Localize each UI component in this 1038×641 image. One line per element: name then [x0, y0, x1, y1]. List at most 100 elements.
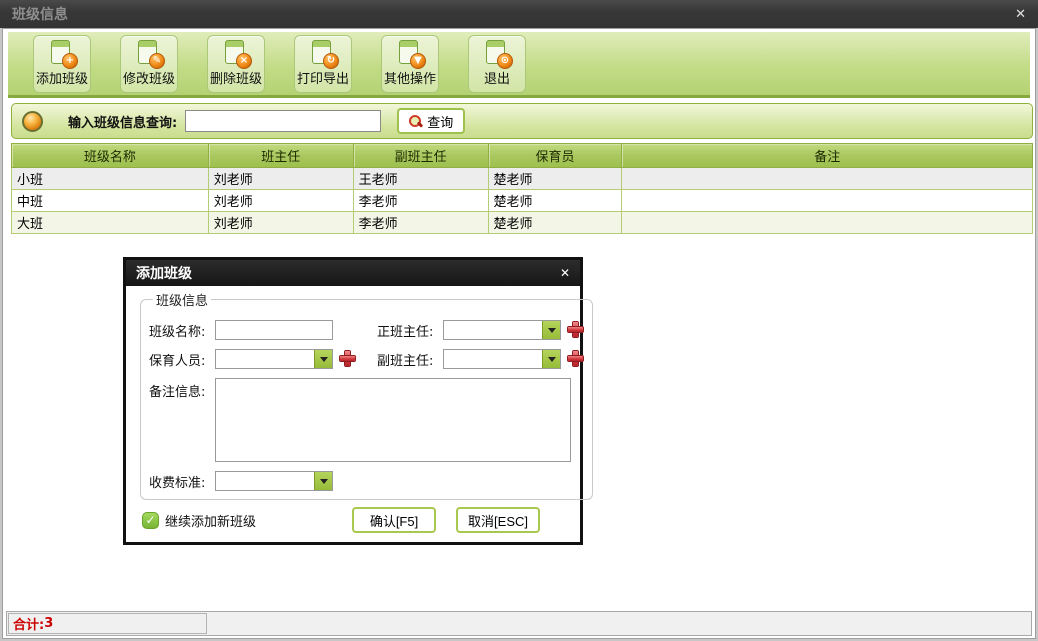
column-header-deputy-head[interactable]: 副班主任: [353, 144, 488, 168]
cell-deputy-head: 李老师: [353, 212, 488, 234]
chevron-down-icon[interactable]: [314, 472, 332, 490]
dialog-title: 添加班级: [136, 263, 192, 283]
remarks-label: 备注信息:: [149, 381, 215, 400]
query-button-label: 查询: [427, 112, 453, 131]
plus-badge-icon: +: [62, 53, 78, 69]
class-table: 班级名称 班主任 副班主任 保育员 备注 小班 刘老师 王老师 楚老师 中班: [11, 143, 1033, 234]
chevron-down-icon[interactable]: [314, 350, 332, 368]
power-badge-icon: ⊙: [497, 53, 513, 69]
toolbar-button-label: 删除班级: [210, 68, 262, 87]
form-row: 收费标准:: [149, 471, 584, 491]
group-title: 班级信息: [153, 290, 211, 309]
total-panel: 合计: 3: [8, 613, 207, 634]
fee-standard-label: 收费标准:: [149, 472, 215, 491]
cross-badge-icon: ×: [236, 53, 252, 69]
dialog-close-icon[interactable]: ✕: [560, 266, 570, 280]
other-actions-icon: ▼: [398, 40, 422, 66]
add-head-teacher-button[interactable]: [568, 322, 584, 338]
cell-remarks: [622, 190, 1033, 212]
column-header-remarks[interactable]: 备注: [622, 144, 1033, 168]
table-row[interactable]: 小班 刘老师 王老师 楚老师: [12, 168, 1033, 190]
deputy-head-select[interactable]: [443, 349, 561, 369]
continue-add-checkbox[interactable]: ✓: [142, 512, 159, 529]
app-window: 班级信息 ✕ + 添加班级 ✎ 修改班级 ×: [0, 0, 1038, 641]
magnifier-icon: [409, 115, 422, 128]
exit-icon: ⊙: [485, 40, 509, 66]
down-arrow-badge-icon: ▼: [410, 53, 426, 69]
delete-class-button[interactable]: × 删除班级: [207, 35, 265, 93]
window-titlebar: 班级信息 ✕: [0, 0, 1038, 28]
caregiver-select[interactable]: [215, 349, 333, 369]
print-export-icon: ↻: [311, 40, 335, 66]
chevron-down-icon[interactable]: [542, 350, 560, 368]
form-row: 备注信息:: [149, 378, 584, 462]
confirm-button[interactable]: 确认[F5]: [352, 507, 436, 533]
class-name-label: 班级名称:: [149, 321, 215, 340]
caregiver-label: 保育人员:: [149, 350, 215, 369]
fee-standard-select[interactable]: [215, 471, 333, 491]
search-input[interactable]: [185, 110, 381, 132]
cancel-button[interactable]: 取消[ESC]: [456, 507, 540, 533]
toolbar-button-label: 打印导出: [297, 68, 349, 87]
cell-head-teacher: 刘老师: [208, 168, 353, 190]
edit-class-button[interactable]: ✎ 修改班级: [120, 35, 178, 93]
cell-remarks: [622, 168, 1033, 190]
table-row[interactable]: 大班 刘老师 李老师 楚老师: [12, 212, 1033, 234]
cell-head-teacher: 刘老师: [208, 190, 353, 212]
cell-remarks: [622, 212, 1033, 234]
form-row: 保育人员: 副班主任:: [149, 349, 584, 369]
exit-button[interactable]: ⊙ 退出: [468, 35, 526, 93]
total-label: 合计:: [13, 614, 44, 633]
head-teacher-select[interactable]: [443, 320, 561, 340]
remarks-textarea[interactable]: [215, 378, 571, 462]
check-icon: ✓: [145, 513, 155, 527]
dialog-footer: ✓ 继续添加新班级 确认[F5] 取消[ESC]: [142, 507, 564, 533]
cell-caregiver: 楚老师: [488, 168, 622, 190]
pencil-badge-icon: ✎: [149, 53, 165, 69]
form-row: 班级名称: 正班主任:: [149, 320, 584, 340]
toolbar-button-label: 修改班级: [123, 68, 175, 87]
add-class-dialog: 添加班级 ✕ 班级信息 班级名称: 正班主任: 保育人员:: [123, 257, 583, 545]
column-header-head-teacher[interactable]: 班主任: [208, 144, 353, 168]
toolbar: + 添加班级 ✎ 修改班级 × 删除班级: [8, 32, 1030, 98]
cell-class-name: 大班: [12, 212, 209, 234]
cell-caregiver: 楚老师: [488, 212, 622, 234]
query-button[interactable]: 查询: [397, 108, 465, 134]
toolbar-button-label: 添加班级: [36, 68, 88, 87]
refresh-badge-icon: ↻: [323, 53, 339, 69]
delete-class-icon: ×: [224, 40, 248, 66]
print-export-button[interactable]: ↻ 打印导出: [294, 35, 352, 93]
total-value: 3: [44, 616, 53, 631]
chevron-down-icon[interactable]: [542, 321, 560, 339]
column-header-caregiver[interactable]: 保育员: [488, 144, 622, 168]
status-ball-icon: [22, 111, 43, 132]
status-bar: 合计: 3: [6, 611, 1032, 636]
class-name-input[interactable]: [215, 320, 333, 340]
add-class-button[interactable]: + 添加班级: [33, 35, 91, 93]
table-row[interactable]: 中班 刘老师 李老师 楚老师: [12, 190, 1033, 212]
class-info-group: 班级信息 班级名称: 正班主任: 保育人员:: [140, 290, 593, 500]
cell-class-name: 中班: [12, 190, 209, 212]
search-panel: 输入班级信息查询: 查询: [11, 103, 1033, 139]
table-header-row: 班级名称 班主任 副班主任 保育员 备注: [12, 144, 1033, 168]
search-label: 输入班级信息查询:: [68, 112, 177, 131]
cell-deputy-head: 王老师: [353, 168, 488, 190]
cell-head-teacher: 刘老师: [208, 212, 353, 234]
column-header-class-name[interactable]: 班级名称: [12, 144, 209, 168]
window-close-icon[interactable]: ✕: [1015, 7, 1026, 22]
cell-deputy-head: 李老师: [353, 190, 488, 212]
other-actions-button[interactable]: ▼ 其他操作: [381, 35, 439, 93]
add-class-icon: +: [50, 40, 74, 66]
edit-class-icon: ✎: [137, 40, 161, 66]
dialog-titlebar: 添加班级 ✕: [126, 260, 580, 286]
dialog-body: 班级信息 班级名称: 正班主任: 保育人员:: [126, 286, 580, 542]
continue-add-label: 继续添加新班级: [165, 511, 256, 530]
cell-caregiver: 楚老师: [488, 190, 622, 212]
head-teacher-label: 正班主任:: [377, 321, 443, 340]
window-title: 班级信息: [12, 4, 68, 24]
add-caregiver-button[interactable]: [340, 351, 356, 367]
cell-class-name: 小班: [12, 168, 209, 190]
toolbar-button-label: 退出: [484, 68, 510, 87]
add-deputy-head-button[interactable]: [568, 351, 584, 367]
toolbar-button-label: 其他操作: [384, 68, 436, 87]
